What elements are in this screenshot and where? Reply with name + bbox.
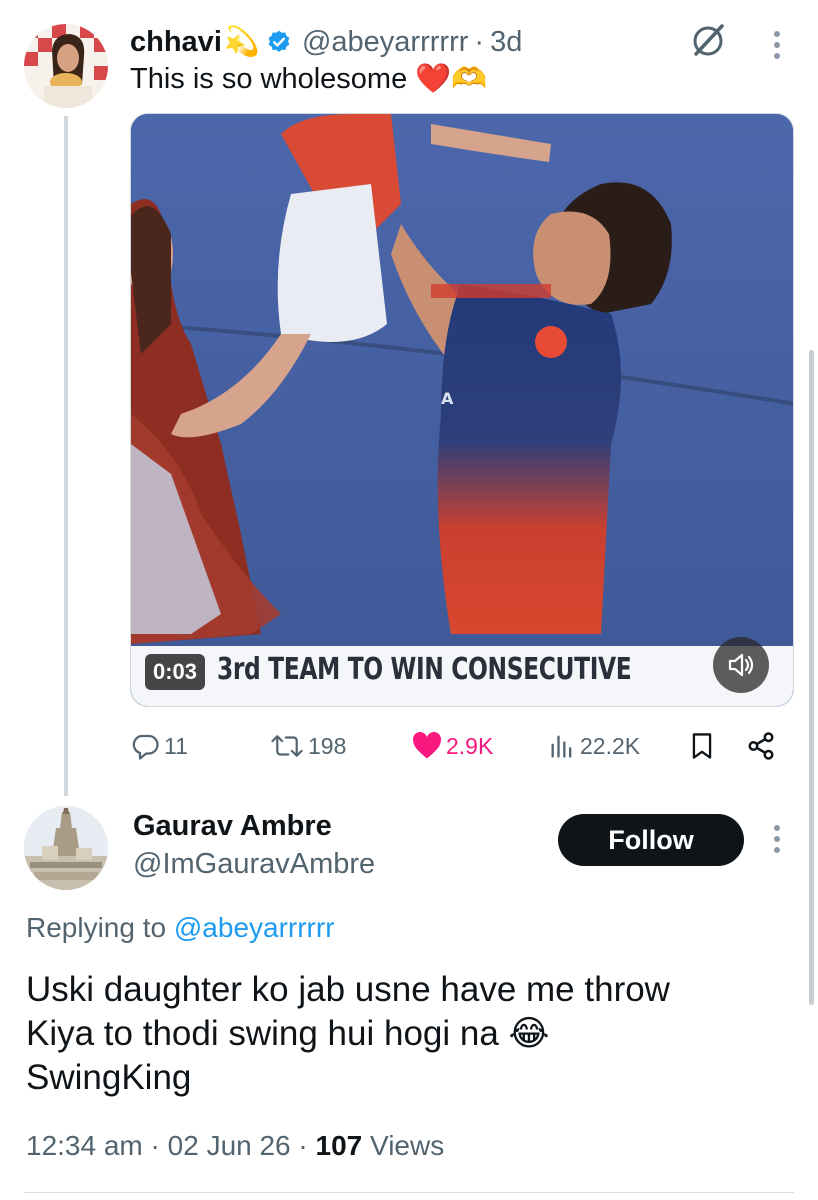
replying-to-prefix: Replying to <box>26 912 167 943</box>
thread-connector-line <box>64 116 68 796</box>
tweet-actions: 11 198 2.9K 22.2K <box>0 728 818 764</box>
views-count: 22.2K <box>580 732 641 759</box>
author-name[interactable]: chhavi <box>130 26 222 59</box>
reply-meta: 12:34 am · 02 Jun 26 · 107 Views <box>26 1130 444 1162</box>
speaker-muted-icon <box>725 649 757 681</box>
more-options-icon[interactable] <box>762 26 792 66</box>
reply-more-options-icon[interactable] <box>762 820 792 860</box>
sparkle-icon: 💫 <box>223 26 260 58</box>
verified-badge-icon <box>266 29 292 55</box>
reply-icon <box>130 731 160 761</box>
reply-time[interactable]: 12:34 am <box>26 1130 143 1161</box>
retweet-icon <box>270 731 304 761</box>
heart-filled-icon <box>412 732 442 760</box>
divider <box>24 1192 794 1193</box>
bookmark-button[interactable] <box>688 731 716 761</box>
reply-author-name[interactable]: Gaurav Ambre <box>133 810 332 843</box>
reply-views-label: Views <box>370 1130 445 1161</box>
like-count: 2.9K <box>446 732 494 759</box>
tweet-text-row: This is so wholesome ❤️ 🫶 <box>130 62 487 96</box>
tweet-text: This is so wholesome <box>130 62 408 95</box>
views-chart-icon <box>548 732 576 760</box>
tweet-header: chhavi 💫 @abeyarrrrrr · 3d <box>130 22 522 62</box>
reply-hashtag-text: SwingKing <box>26 1058 192 1097</box>
reply-text: Uski daughter ko jab usne have me throw … <box>26 968 746 1100</box>
mute-button[interactable] <box>713 637 769 693</box>
video-duration-badge: 0:03 <box>145 654 206 690</box>
replying-to-handle[interactable]: @abeyarrrrrr <box>174 912 335 943</box>
reply-date[interactable]: 02 Jun 26 <box>168 1130 291 1161</box>
red-heart-icon: ❤️ <box>415 63 452 95</box>
meta-separator: · <box>150 1130 160 1161</box>
heart-hands-icon: 🫶 <box>451 63 488 95</box>
author-handle[interactable]: @abeyarrrrrr <box>302 26 468 59</box>
tweet-video[interactable]: A 3rd TEAM TO WIN CONSECUTIVE 0:03 <box>130 113 794 707</box>
follow-button[interactable]: Follow <box>558 814 744 866</box>
retweet-button[interactable]: 198 <box>270 731 346 761</box>
grok-icon[interactable] <box>688 20 728 60</box>
header-separator: · <box>474 25 485 58</box>
bookmark-icon <box>688 731 716 761</box>
broadcast-caption: 3rd TEAM TO WIN CONSECUTIVE <box>217 652 632 687</box>
tweet-time[interactable]: 3d <box>490 26 522 59</box>
svg-text:A: A <box>441 389 454 408</box>
reply-text-main: Uski daughter ko jab usne have me throw … <box>26 970 670 1053</box>
retweet-count: 198 <box>308 732 347 759</box>
reply-author-avatar[interactable] <box>24 806 108 890</box>
reply-views-count: 107 <box>315 1130 363 1161</box>
reply-author-handle[interactable]: @ImGauravAmbre <box>133 848 375 881</box>
replying-to-line: Replying to @abeyarrrrrr <box>26 912 335 944</box>
share-icon <box>746 731 776 761</box>
like-button[interactable]: 2.9K <box>412 732 493 760</box>
share-button[interactable] <box>746 731 776 761</box>
views-button[interactable]: 22.2K <box>548 732 640 760</box>
reply-count: 11 <box>164 732 188 759</box>
meta-separator: · <box>298 1130 308 1161</box>
reply-button[interactable]: 11 <box>130 731 188 761</box>
video-frame: A <box>131 114 793 706</box>
face-with-tears-of-joy-icon: 😂 <box>508 1014 550 1053</box>
author-avatar[interactable] <box>24 24 108 108</box>
scrollbar[interactable] <box>809 350 814 1005</box>
